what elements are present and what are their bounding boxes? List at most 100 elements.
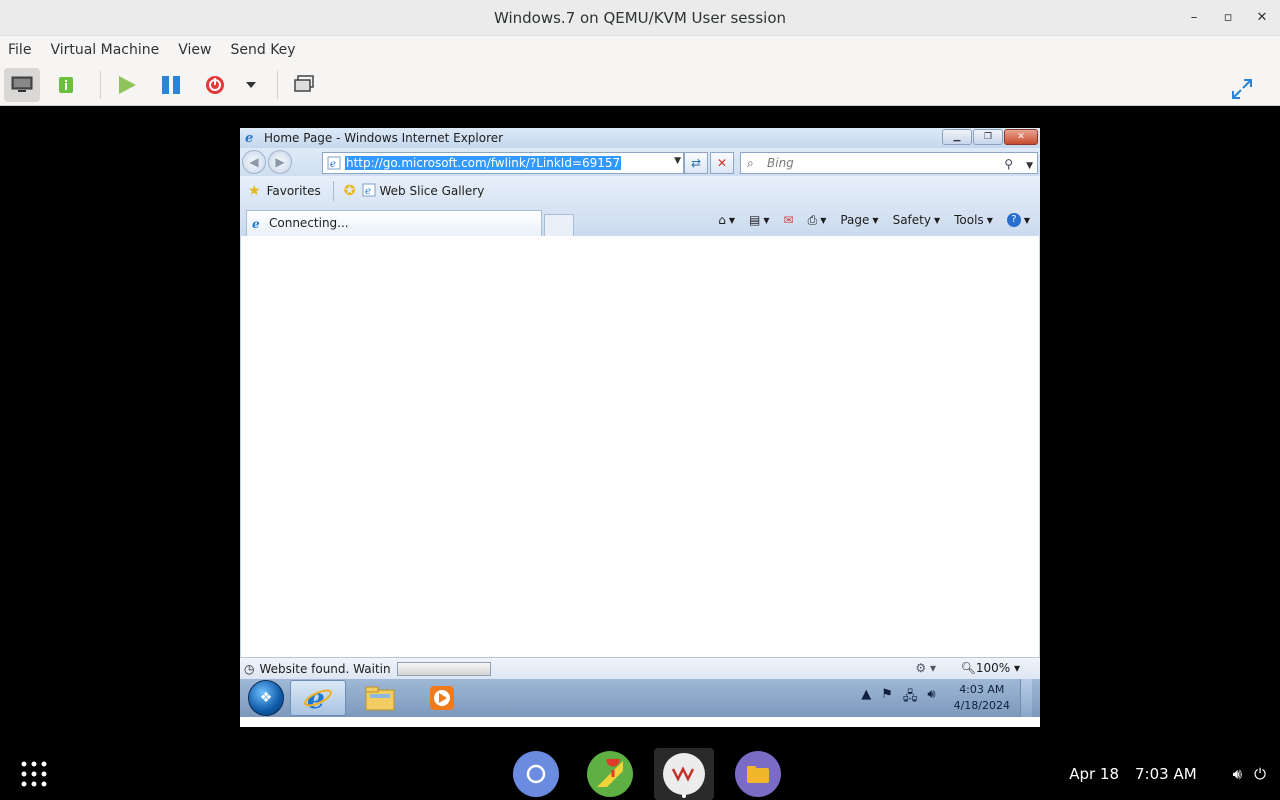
menu-bar: File Virtual Machine View Send Key	[0, 36, 1280, 64]
favorites-star-icon: ★	[248, 183, 261, 199]
new-tab-button[interactable]	[544, 214, 574, 236]
taskbar-ie-button[interactable]: e	[290, 680, 346, 716]
stop-button[interactable]: ✕	[710, 152, 734, 174]
ie-close-button[interactable]: ✕	[1004, 129, 1038, 145]
add-to-favorites-bar-icon[interactable]: ✪	[344, 183, 356, 199]
toolbar-separator	[277, 70, 278, 99]
page-icon: e	[327, 155, 341, 174]
tab-row: e Connecting... ⌂ ▼ ▤ ▼ ✉ ⎙ ▼ Page ▼ Safety ▼…	[240, 206, 1040, 236]
favorites-button[interactable]: Favorites	[267, 184, 321, 198]
media-player-icon	[430, 686, 454, 710]
start-button[interactable]: ❖	[248, 680, 284, 716]
address-bar[interactable]: e http://go.microsoft.com/fwlink/?LinkId…	[322, 152, 684, 174]
minimize-button[interactable]: –	[1184, 8, 1204, 28]
feeds-button[interactable]: ▤ ▼	[749, 213, 770, 227]
close-button[interactable]: ✕	[1252, 8, 1272, 28]
zoom-level[interactable]: 🔍︎100% ▾	[961, 661, 1020, 675]
protected-mode-icon[interactable]: ⚙ ▾	[915, 661, 936, 675]
refresh-button[interactable]: ⇄	[684, 152, 708, 174]
taskbar-clock[interactable]: 4:03 AM 4/18/2024	[954, 682, 1010, 714]
shutdown-menu-button[interactable]	[241, 68, 261, 102]
fullscreen-button[interactable]	[1224, 72, 1260, 106]
host-date[interactable]: Apr 18	[1069, 765, 1119, 783]
host-status-area: Apr 18 7:03 AM 🔊︎ ⏻	[1069, 748, 1280, 800]
address-dropdown-icon[interactable]: ▼	[674, 156, 681, 166]
ie-status-bar: ◷ Website found. Waitin ⚙ ▾ 🔍︎100% ▾	[240, 657, 1040, 679]
ie-logo-icon: e	[244, 130, 258, 147]
home-icon: ⌂	[718, 213, 726, 227]
loading-progress-bar	[396, 661, 491, 676]
dock-files[interactable]	[728, 748, 788, 800]
windows-taskbar: ❖ e ▲ ⚑ 🖧︎ 🔊︎ 4:03 AM 4/18/2024	[240, 679, 1040, 717]
snapshots-button[interactable]	[286, 68, 322, 102]
show-apps-button[interactable]	[20, 760, 48, 792]
tab-label: Connecting...	[269, 216, 349, 230]
page-content[interactable]	[240, 236, 1040, 657]
action-center-flag-icon[interactable]: ⚑	[881, 687, 893, 709]
search-icon[interactable]: ⚲	[1004, 154, 1013, 174]
help-menu[interactable]: ? ▼	[1006, 213, 1030, 227]
files-icon	[735, 751, 781, 797]
search-provider-icon: ⌕	[747, 156, 754, 170]
windows-logo-icon: ❖	[259, 690, 273, 706]
address-url: http://go.microsoft.com/fwlink/?LinkId=6…	[345, 156, 622, 170]
tab-connecting[interactable]: e Connecting...	[246, 210, 542, 236]
status-text: Website found. Waitin	[259, 661, 391, 676]
svg-text:e: e	[365, 186, 371, 197]
show-desktop-button[interactable]	[1020, 679, 1032, 717]
pause-icon	[162, 75, 180, 94]
dock-virt-manager[interactable]	[654, 748, 714, 800]
console-view-button[interactable]	[4, 67, 40, 102]
host-time[interactable]: 7:03 AM	[1135, 765, 1197, 783]
system-menu[interactable]: 🔊︎ ⏻	[1233, 765, 1266, 783]
read-mail-button[interactable]: ✉	[784, 213, 794, 227]
network-icon[interactable]: 🖧︎	[903, 687, 918, 709]
ie-restore-button[interactable]: ❐	[973, 129, 1003, 145]
page-menu[interactable]: Page ▼	[840, 213, 878, 227]
back-button[interactable]: ◀	[242, 150, 266, 174]
ie-minimize-button[interactable]: ▁	[942, 129, 972, 145]
menu-view[interactable]: View	[178, 42, 211, 58]
ie-window-controls: ▁ ❐ ✕	[941, 129, 1038, 145]
guest-screen: e Home Page - Windows Internet Explorer …	[240, 128, 1040, 727]
home-button[interactable]: ⌂ ▼	[718, 213, 735, 227]
host-dock: Apr 18 7:03 AM 🔊︎ ⏻	[0, 748, 1280, 800]
details-view-button[interactable]	[48, 68, 84, 102]
menu-file[interactable]: File	[8, 42, 31, 58]
favbar-separator	[332, 181, 334, 201]
menu-virtual-machine[interactable]: Virtual Machine	[50, 42, 159, 58]
print-button[interactable]: ⎙ ▼	[808, 213, 827, 228]
forward-button[interactable]: ▶	[268, 150, 292, 174]
favorites-bar: ★ Favorites ✪ e Web Slice Gallery	[240, 176, 1040, 206]
vm-toolbar	[0, 64, 1280, 106]
toolbar-separator	[100, 70, 101, 99]
show-hidden-icons-icon[interactable]: ▲	[861, 687, 871, 709]
search-options-icon[interactable]: ▼	[1026, 156, 1033, 176]
mail-icon: ✉	[783, 213, 794, 227]
window-controls: – ▫ ✕	[1184, 0, 1272, 36]
taskbar-media-player-button[interactable]	[414, 680, 470, 716]
taskbar-explorer-button[interactable]	[352, 680, 408, 716]
host-power-icon: ⏻	[1254, 765, 1266, 783]
page-menu-label: Page	[840, 213, 870, 227]
shutdown-button[interactable]	[197, 68, 233, 102]
dock-maps[interactable]	[580, 748, 640, 800]
printer-icon: ⎙	[807, 212, 818, 227]
maps-icon	[587, 751, 633, 797]
menu-send-key[interactable]: Send Key	[230, 42, 295, 58]
volume-icon[interactable]: 🔊︎	[927, 687, 935, 709]
svg-text:e: e	[330, 159, 336, 170]
dock-chromium[interactable]	[506, 748, 566, 800]
search-box[interactable]: ⌕ Bing ⚲ ▼	[740, 152, 1038, 174]
rss-icon: ▤	[749, 213, 761, 227]
web-slice-gallery-link[interactable]: Web Slice Gallery	[380, 184, 485, 198]
web-slice-icon: e	[362, 183, 376, 200]
svg-text:e: e	[252, 217, 260, 231]
safety-menu[interactable]: Safety ▼	[893, 213, 941, 227]
run-button[interactable]	[109, 68, 145, 102]
tools-menu[interactable]: Tools ▼	[954, 213, 993, 227]
maximize-button[interactable]: ▫	[1218, 8, 1238, 28]
snapshot-icon	[294, 74, 314, 92]
loading-icon: e	[251, 211, 265, 243]
pause-button[interactable]	[153, 68, 189, 102]
